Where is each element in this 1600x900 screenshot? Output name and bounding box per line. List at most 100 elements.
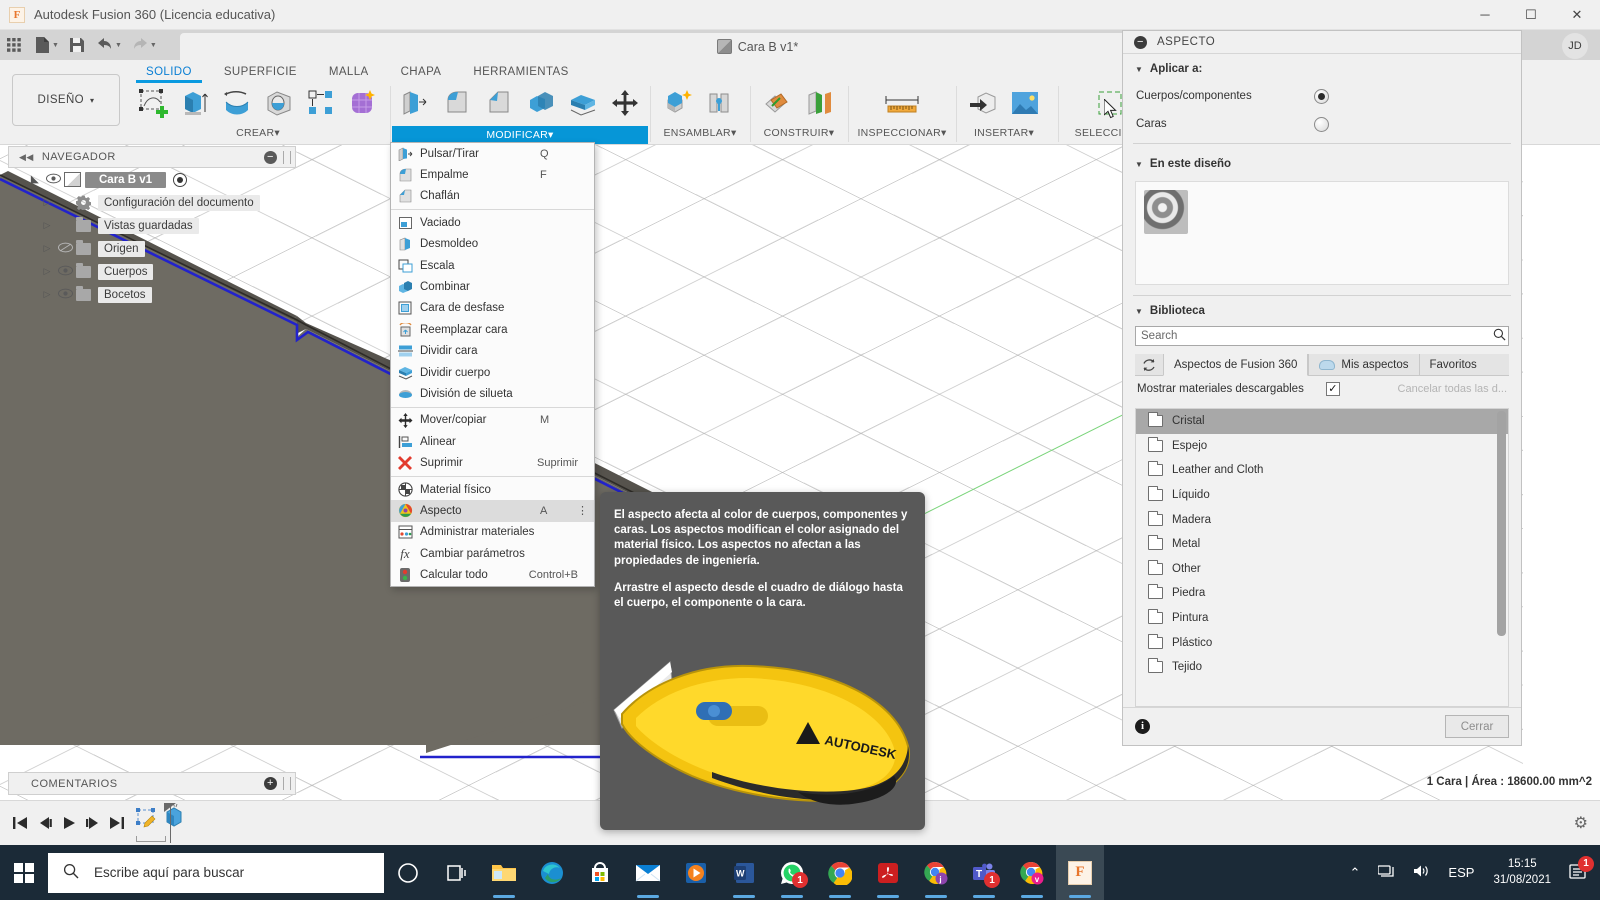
- biblioteca-heading[interactable]: ▼ Biblioteca: [1123, 301, 1521, 324]
- insertar-lienzo-icon[interactable]: [1006, 84, 1044, 122]
- ensamblar-nuevo-componente-icon[interactable]: [660, 84, 698, 122]
- library-search-box[interactable]: [1135, 326, 1509, 346]
- timeline-first[interactable]: [8, 811, 32, 835]
- modificar-mover-copiar-icon[interactable]: [606, 84, 644, 122]
- menu-item-material-fisico[interactable]: Material físico: [391, 479, 594, 500]
- insertar-derivar-icon[interactable]: [964, 84, 1002, 122]
- modificar-dropdown-menu[interactable]: Pulsar/Tirar Q Empalme F Chaflán Vaciado…: [390, 142, 595, 587]
- maximize-button[interactable]: ☐: [1508, 0, 1554, 30]
- taskbar-search-box[interactable]: Escribe aquí para buscar: [48, 853, 384, 893]
- search-input[interactable]: [1136, 330, 1490, 342]
- crear-barrido-icon[interactable]: [260, 84, 298, 122]
- language-indicator[interactable]: ESP: [1439, 865, 1483, 880]
- crear-revolucion-icon[interactable]: [218, 84, 256, 122]
- navigator-minimize-icon[interactable]: −: [264, 151, 277, 164]
- menu-item-mover-copiar[interactable]: Mover/copiar M: [391, 410, 594, 431]
- tab-chapa[interactable]: CHAPA: [385, 64, 458, 82]
- modificar-combinar-icon[interactable]: [522, 84, 560, 122]
- cancel-all-downloads-link[interactable]: Cancelar todas las d...: [1398, 383, 1507, 395]
- construir-plano-medio-icon[interactable]: [759, 84, 797, 122]
- notification-center-icon[interactable]: 1: [1561, 864, 1600, 882]
- en-este-diseno-heading[interactable]: ▼ En este diseño: [1123, 149, 1521, 177]
- media-player-icon[interactable]: [672, 845, 720, 900]
- menu-item-desmoldeo[interactable]: Desmoldeo: [391, 234, 594, 255]
- library-folder-cristal[interactable]: Cristal: [1136, 409, 1508, 434]
- menu-item-cara-de-desfase[interactable]: Cara de desfase: [391, 298, 594, 319]
- tab-superficie[interactable]: SUPERFICIE: [208, 64, 313, 82]
- root-activate-radio[interactable]: [173, 173, 187, 187]
- library-folder-liquido[interactable]: Líquido: [1136, 483, 1508, 508]
- fusion360-icon[interactable]: F: [1056, 845, 1104, 900]
- show-downloadable-checkbox[interactable]: ✓: [1326, 382, 1340, 396]
- tray-chevron-icon[interactable]: ⌃: [1341, 865, 1370, 881]
- crear-nuevo-boceto-icon[interactable]: [134, 84, 172, 122]
- library-folder-pintura[interactable]: Pintura: [1136, 606, 1508, 631]
- menu-item-alinear[interactable]: Alinear: [391, 431, 594, 452]
- comentarios-grip[interactable]: [283, 777, 291, 790]
- aplicar-a-heading[interactable]: ▼ Aplicar a:: [1123, 54, 1521, 82]
- radio-cuerpos-componentes[interactable]: [1314, 89, 1329, 104]
- volume-icon[interactable]: [1404, 864, 1439, 881]
- menu-item-chaflan[interactable]: Chaflán: [391, 186, 594, 207]
- menu-item-aspecto[interactable]: Aspecto A ⋮: [391, 500, 594, 521]
- save-icon[interactable]: [64, 32, 90, 58]
- navigator-grip[interactable]: [283, 151, 291, 164]
- modificar-cara-desfase-icon[interactable]: [564, 84, 602, 122]
- panel-construir-caption[interactable]: CONSTRUIR▾: [752, 127, 846, 139]
- timeline-last[interactable]: [105, 811, 129, 835]
- acrobat-reader-icon[interactable]: [864, 845, 912, 900]
- cerrar-button[interactable]: Cerrar: [1445, 715, 1509, 738]
- library-folder-list[interactable]: Cristal Espejo Leather and Cloth Líquido…: [1135, 408, 1509, 707]
- chrome-appearance-swatch[interactable]: [1144, 190, 1188, 234]
- tab-favoritos[interactable]: Favoritos: [1420, 354, 1487, 375]
- expander-icon[interactable]: ▷: [40, 289, 54, 300]
- microsoft-edge-icon[interactable]: [528, 845, 576, 900]
- menu-item-dividir-cara[interactable]: Dividir cara: [391, 341, 594, 362]
- menu-item-overflow-icon[interactable]: ⋮: [577, 504, 588, 517]
- library-folder-madera[interactable]: Madera: [1136, 507, 1508, 532]
- timeline-next[interactable]: [81, 811, 105, 835]
- library-folder-metal[interactable]: Metal: [1136, 532, 1508, 557]
- timeline-feature-sketch[interactable]: [136, 807, 158, 834]
- tree-item-bocetos[interactable]: ▷ Bocetos: [8, 283, 296, 306]
- menu-item-administrar-materiales[interactable]: Administrar materiales: [391, 522, 594, 543]
- microsoft-teams-icon[interactable]: T 1: [960, 845, 1008, 900]
- workspace-selector[interactable]: DISEÑO ▾: [12, 74, 120, 126]
- windows-start-button[interactable]: [0, 845, 48, 900]
- network-icon[interactable]: [1369, 864, 1404, 881]
- timeline-prev[interactable]: [33, 811, 57, 835]
- visibility-icon[interactable]: [54, 265, 76, 279]
- info-icon[interactable]: i: [1135, 719, 1150, 734]
- menu-item-suprimir[interactable]: Suprimir Suprimir: [391, 452, 594, 473]
- crear-extrusion-icon[interactable]: [176, 84, 214, 122]
- comentarios-panel[interactable]: COMENTARIOS +: [8, 772, 296, 795]
- taskbar-clock[interactable]: 15:15 31/08/2021: [1483, 857, 1561, 888]
- menu-item-empalme[interactable]: Empalme F: [391, 164, 594, 185]
- tree-item-cuerpos[interactable]: ▷ Cuerpos: [8, 260, 296, 283]
- menu-item-division-de-silueta[interactable]: División de silueta: [391, 383, 594, 404]
- expander-icon[interactable]: ▷: [40, 243, 54, 254]
- tab-solido[interactable]: SOLIDO: [130, 64, 208, 82]
- expander-icon[interactable]: ▷: [40, 197, 54, 208]
- undo-caret-icon[interactable]: ▼: [115, 42, 122, 49]
- task-view-icon[interactable]: [432, 845, 480, 900]
- library-folder-tejido[interactable]: Tejido: [1136, 655, 1508, 680]
- menu-item-cambiar-parametros[interactable]: fx Cambiar parámetros: [391, 543, 594, 564]
- crear-patron-icon[interactable]: [302, 84, 340, 122]
- whatsapp-icon[interactable]: 1: [768, 845, 816, 900]
- panel-ensamblar-caption[interactable]: ENSAMBLAR▾: [652, 127, 748, 139]
- menu-item-pulsar-tirar[interactable]: Pulsar/Tirar Q: [391, 143, 594, 164]
- modificar-chaflan-icon[interactable]: [480, 84, 518, 122]
- construir-plano-desfase-icon[interactable]: [801, 84, 839, 122]
- word-icon[interactable]: W: [720, 845, 768, 900]
- library-folder-piedra[interactable]: Piedra: [1136, 581, 1508, 606]
- ensamblar-union-icon[interactable]: [702, 84, 740, 122]
- redo-caret-icon[interactable]: ▼: [150, 42, 157, 49]
- add-comment-icon[interactable]: +: [264, 777, 277, 790]
- close-button[interactable]: ✕: [1554, 0, 1600, 30]
- visibility-hidden-icon[interactable]: [54, 242, 76, 256]
- panel-crear-caption[interactable]: CREAR▾: [128, 127, 388, 139]
- chrome-profile-j-icon[interactable]: j: [912, 845, 960, 900]
- library-folder-other[interactable]: Other: [1136, 557, 1508, 582]
- library-folder-plastico[interactable]: Plástico: [1136, 630, 1508, 655]
